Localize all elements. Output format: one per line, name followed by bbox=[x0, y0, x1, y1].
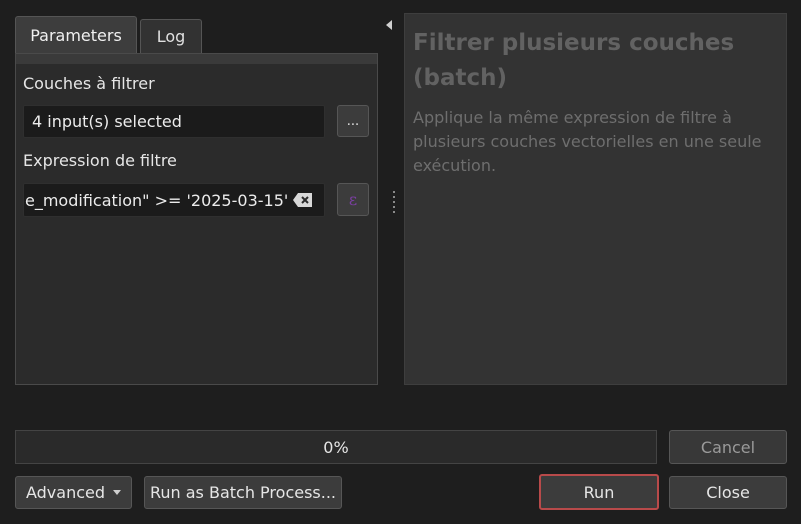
panel-top-strip bbox=[16, 54, 377, 64]
close-label: Close bbox=[706, 483, 750, 502]
progress-text: 0% bbox=[323, 437, 349, 457]
tab-log[interactable]: Log bbox=[140, 19, 202, 53]
browse-layers-button[interactable]: ... bbox=[337, 105, 369, 137]
layers-input[interactable]: 4 input(s) selected bbox=[23, 105, 325, 138]
cancel-label: Cancel bbox=[700, 437, 756, 457]
help-panel: Filtrer plusieurs couches (batch) Appliq… bbox=[404, 13, 787, 385]
run-batch-label: Run as Batch Process... bbox=[149, 483, 337, 502]
chevron-down-icon bbox=[113, 490, 122, 495]
expression-label: Expression de filtre bbox=[23, 151, 177, 170]
run-button[interactable]: Run bbox=[539, 474, 659, 510]
epsilon-expression-icon: ε bbox=[348, 190, 358, 209]
advanced-dropdown-button[interactable]: Advanced bbox=[15, 476, 132, 509]
advanced-label: Advanced bbox=[25, 483, 106, 502]
close-button[interactable]: Close bbox=[669, 476, 787, 509]
splitter-handle-icon[interactable] bbox=[392, 190, 396, 216]
expression-value: e_modification" >= '2025-03-15' bbox=[25, 190, 289, 210]
browse-layers-label: ... bbox=[346, 113, 360, 129]
backspace-clear-icon[interactable] bbox=[292, 192, 314, 208]
cancel-button[interactable]: Cancel bbox=[669, 430, 787, 464]
run-batch-button[interactable]: Run as Batch Process... bbox=[144, 476, 342, 509]
expression-input[interactable]: e_modification" >= '2025-03-15' bbox=[23, 183, 325, 217]
progress-bar: 0% bbox=[15, 430, 657, 464]
tab-log-label: Log bbox=[156, 27, 186, 46]
tab-parameters-label: Parameters bbox=[30, 26, 122, 45]
run-label: Run bbox=[583, 482, 615, 502]
help-description: Applique la même expression de filtre à … bbox=[413, 108, 762, 175]
tab-parameters[interactable]: Parameters bbox=[15, 16, 137, 54]
expression-builder-button[interactable]: ε bbox=[337, 183, 369, 216]
help-title: Filtrer plusieurs couches (batch) bbox=[413, 30, 735, 91]
parameters-panel bbox=[15, 53, 378, 385]
triangle-left-icon[interactable] bbox=[385, 16, 393, 30]
layers-label: Couches à filtrer bbox=[23, 74, 155, 93]
